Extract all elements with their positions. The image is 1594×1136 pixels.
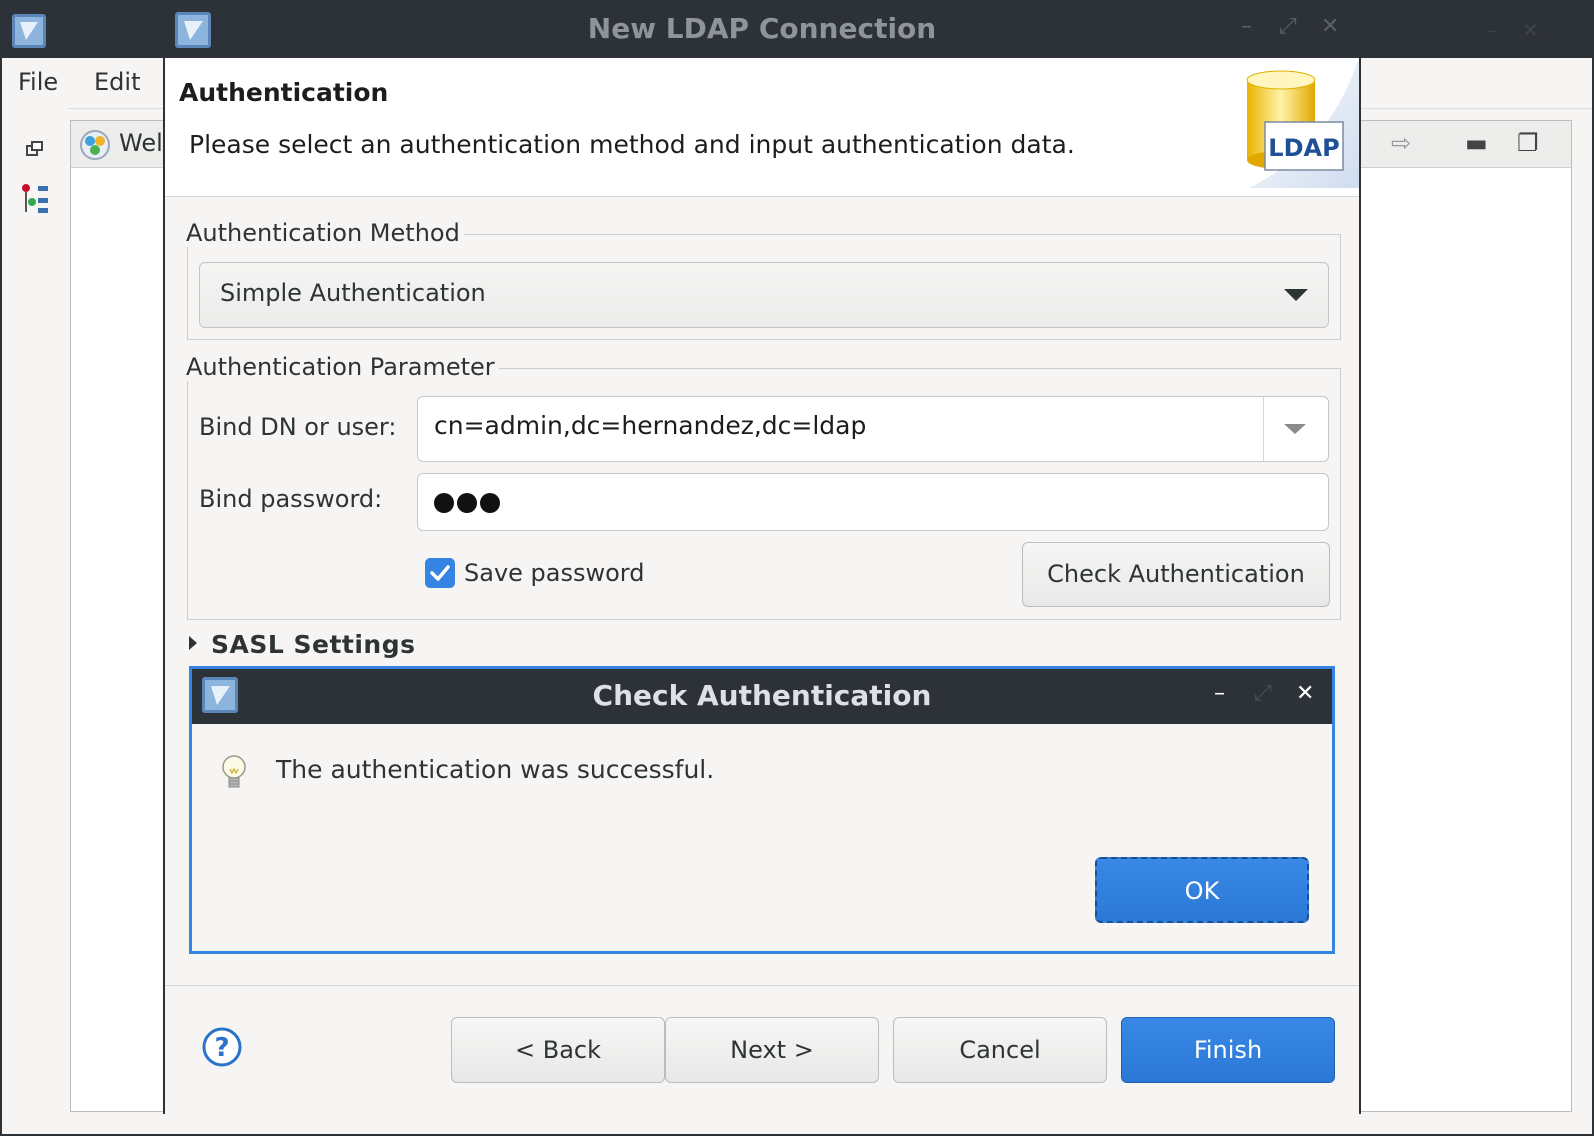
maximize-icon: ⤢ <box>1254 681 1272 706</box>
checkmark-icon <box>430 565 450 581</box>
ok-button[interactable]: OK <box>1095 857 1309 923</box>
message-text: The authentication was successful. <box>276 755 715 784</box>
close-icon[interactable]: ✕ <box>1296 681 1314 706</box>
dialog-titlebar: New LDAP Connection – ⤢ ✕ <box>165 0 1359 58</box>
minimize-icon[interactable]: – <box>1488 18 1498 42</box>
check-authentication-button[interactable]: Check Authentication <box>1022 542 1330 607</box>
left-toolbar <box>2 108 68 1128</box>
svg-text:LDAP: LDAP <box>1268 134 1339 162</box>
menu-file[interactable]: File <box>18 68 58 96</box>
forward-icon[interactable]: ⇨ <box>1391 129 1411 157</box>
dropdown-arrow-icon <box>1284 424 1306 434</box>
message-dialog-titlebar: Check Authentication – ⤢ ✕ <box>192 669 1332 724</box>
wizard-banner: Authentication Please select an authenti… <box>165 58 1359 197</box>
close-icon[interactable]: ✕ <box>1321 14 1339 39</box>
app-icon <box>12 14 46 48</box>
sasl-settings-expander[interactable]: SASL Settings <box>189 630 416 659</box>
close-icon[interactable]: ✕ <box>1522 18 1539 42</box>
tab-welcome[interactable]: Wel <box>119 129 163 157</box>
ldap-database-icon: LDAP <box>1246 58 1359 188</box>
svg-text:?: ? <box>214 1033 229 1063</box>
help-icon[interactable]: ? <box>201 1026 243 1068</box>
minimize-icon[interactable]: – <box>1241 14 1252 39</box>
check-authentication-dialog: Check Authentication – ⤢ ✕ The authentic… <box>189 666 1335 954</box>
finish-button[interactable]: Finish <box>1121 1017 1335 1083</box>
expand-triangle-icon <box>189 636 197 650</box>
page-title: Authentication <box>179 78 389 107</box>
bind-dn-label: Bind DN or user: <box>199 413 397 441</box>
next-button[interactable]: Next > <box>665 1017 879 1083</box>
maximize-icon[interactable]: ⤢ <box>1279 14 1297 39</box>
page-description: Please select an authentication method a… <box>189 130 1075 159</box>
message-dialog-title: Check Authentication <box>592 679 932 712</box>
auth-method-group: Authentication Method Simple Authenticat… <box>186 219 1341 340</box>
auth-param-legend: Authentication Parameter <box>186 353 499 381</box>
button-bar-separator <box>165 985 1359 986</box>
password-mask <box>434 493 503 517</box>
menu-edit[interactable]: Edit <box>94 68 140 96</box>
bind-dn-value: cn=admin,dc=hernandez,dc=ldap <box>434 411 867 440</box>
auth-method-value: Simple Authentication <box>220 279 486 307</box>
dialog-title: New LDAP Connection <box>587 12 937 45</box>
dropdown-arrow-icon <box>1284 289 1308 301</box>
sasl-settings-label: SASL Settings <box>211 630 416 659</box>
cancel-button[interactable]: Cancel <box>893 1017 1107 1083</box>
minimize-view-icon[interactable]: ▬ <box>1465 129 1488 157</box>
lightbulb-icon <box>222 755 246 788</box>
welcome-icon <box>80 130 110 160</box>
bind-password-field[interactable] <box>417 473 1329 531</box>
auth-method-select[interactable]: Simple Authentication <box>199 262 1329 328</box>
ldap-browser-icon[interactable] <box>20 182 54 216</box>
minimize-icon[interactable]: – <box>1214 681 1225 706</box>
bind-dn-combo[interactable]: cn=admin,dc=hernandez,dc=ldap <box>417 396 1329 462</box>
back-button[interactable]: < Back <box>451 1017 665 1083</box>
save-password-checkbox[interactable] <box>425 558 455 588</box>
maximize-view-icon[interactable]: ❐ <box>1517 129 1539 157</box>
auth-param-group: Authentication Parameter Bind DN or user… <box>186 353 1341 620</box>
bind-dn-dropdown-button[interactable] <box>1263 397 1328 461</box>
restore-icon[interactable] <box>26 140 44 158</box>
save-password-label[interactable]: Save password <box>464 559 644 587</box>
auth-method-legend: Authentication Method <box>186 219 464 247</box>
bind-password-label: Bind password: <box>199 485 383 513</box>
